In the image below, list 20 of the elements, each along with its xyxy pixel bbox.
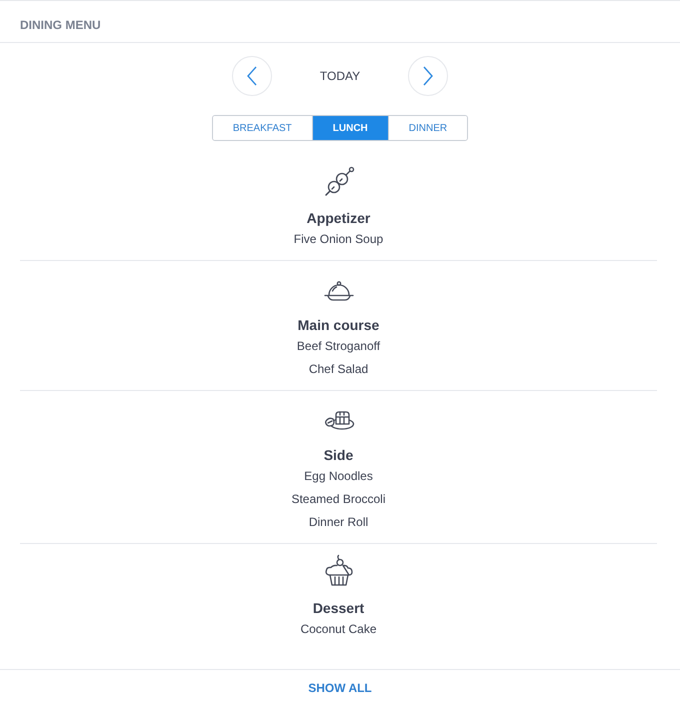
dish-name: Egg Noodles [304, 468, 373, 485]
course-title: Dessert [312, 599, 364, 618]
dish-name: Steamed Broccoli [291, 491, 386, 508]
meal-tab[interactable]: LUNCH [312, 116, 388, 140]
course-title: Main course [298, 316, 380, 335]
dish-name: Five Onion Soup [294, 231, 384, 248]
dish-name: Beef Stroganoff [296, 338, 380, 355]
previous-day-button[interactable] [232, 56, 272, 96]
show-all-link[interactable]: SHOW ALL [308, 680, 372, 696]
page-title: DINING MENU [20, 16, 101, 32]
course-title: Side [324, 446, 354, 465]
meal-tab[interactable]: DINNER [388, 116, 468, 140]
date-label: TODAY [318, 68, 362, 84]
chevron-right-icon [423, 66, 433, 86]
next-day-button[interactable] [408, 56, 448, 96]
course-title: Appetizer [306, 209, 370, 228]
dish-name: Dinner Roll [308, 514, 368, 531]
dish-name: Coconut Cake [300, 621, 377, 638]
chevron-left-icon [247, 66, 257, 86]
dish-name: Chef Salad [308, 361, 368, 378]
